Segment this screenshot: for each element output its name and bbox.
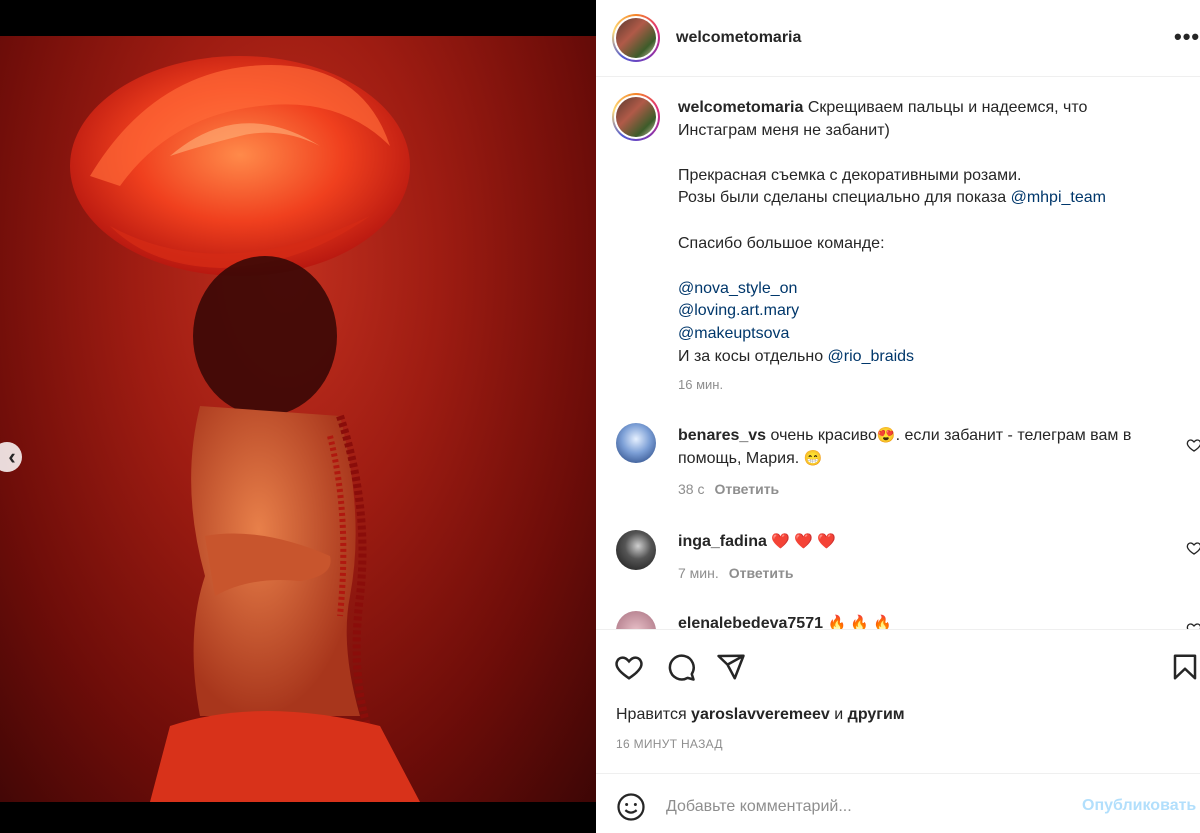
caption-story-ring[interactable] — [612, 93, 660, 141]
author-username[interactable]: welcometomaria — [676, 29, 801, 47]
comment-input[interactable] — [664, 792, 1068, 822]
share-icon[interactable] — [716, 652, 746, 682]
caption-time: 16 мин. — [678, 377, 724, 392]
fire-emoji: 🔥 🔥 🔥 — [827, 615, 892, 629]
commenter-username[interactable]: elenalebedeva7571 — [678, 615, 823, 629]
post-photo[interactable]: ‹ — [0, 36, 596, 802]
grin-emoji: 😁 — [803, 449, 823, 467]
caption-username[interactable]: welcometomaria — [678, 99, 803, 116]
story-ring[interactable] — [612, 14, 660, 62]
commenter-avatar[interactable] — [616, 423, 656, 463]
caption-text: welcometomaria Скрещиваем пальцы и надее… — [678, 99, 1106, 365]
heart-icon[interactable] — [614, 652, 644, 682]
chevron-left-icon: ‹ — [8, 444, 16, 469]
comment-like-icon[interactable] — [1186, 437, 1200, 453]
liker-username[interactable]: yaroslavveremeev — [691, 706, 830, 723]
commenter-username[interactable]: inga_fadina — [678, 533, 767, 550]
bookmark-icon[interactable] — [1170, 652, 1200, 682]
caption-avatar[interactable] — [616, 97, 656, 137]
emoji-icon[interactable] — [616, 792, 646, 822]
comment-icon[interactable] — [666, 652, 696, 682]
mention-link[interactable]: @mhpi_team — [1011, 189, 1106, 206]
post-media: ‹ — [0, 0, 596, 833]
comment-time: 38 с — [678, 481, 705, 497]
more-icon[interactable]: ••• — [1174, 24, 1200, 50]
reply-button[interactable]: Ответить — [729, 565, 794, 581]
author-avatar[interactable] — [616, 18, 656, 58]
likes-others-link[interactable]: другим — [848, 706, 905, 723]
post-header: welcometomaria ••• — [596, 0, 1200, 77]
commenter-avatar[interactable] — [616, 611, 656, 629]
photo-artwork — [70, 56, 420, 802]
hearts-emoji: ❤️ ❤️ ❤️ — [771, 533, 836, 550]
comment-like-icon[interactable] — [1186, 621, 1200, 629]
likes-summary: Нравится yaroslavveremeev и другим — [616, 706, 905, 723]
commenter-avatar[interactable] — [616, 530, 656, 570]
mention-link[interactable]: @makeuptsova — [678, 325, 789, 342]
mention-link[interactable]: @rio_braids — [828, 348, 915, 365]
publish-button[interactable]: Опубликовать — [1082, 797, 1196, 815]
comment-like-icon[interactable] — [1186, 540, 1200, 556]
commenter-username[interactable]: benares_vs — [678, 427, 766, 444]
comments-scroll[interactable]: welcometomaria Скрещиваем пальцы и надее… — [596, 77, 1200, 629]
mention-link[interactable]: @nova_style_on — [678, 280, 797, 297]
heart-eyes-emoji: 😍 — [876, 427, 896, 444]
reply-button[interactable]: Ответить — [714, 481, 779, 497]
mention-link[interactable]: @loving.art.mary — [678, 302, 799, 319]
comment-time: 7 мин. — [678, 565, 719, 581]
post-side-panel: welcometomaria ••• welcometomaria Скрещи… — [596, 0, 1200, 833]
add-comment-bar: Опубликовать — [596, 773, 1200, 833]
post-timestamp: 16 МИНУТ НАЗАД — [616, 737, 723, 751]
